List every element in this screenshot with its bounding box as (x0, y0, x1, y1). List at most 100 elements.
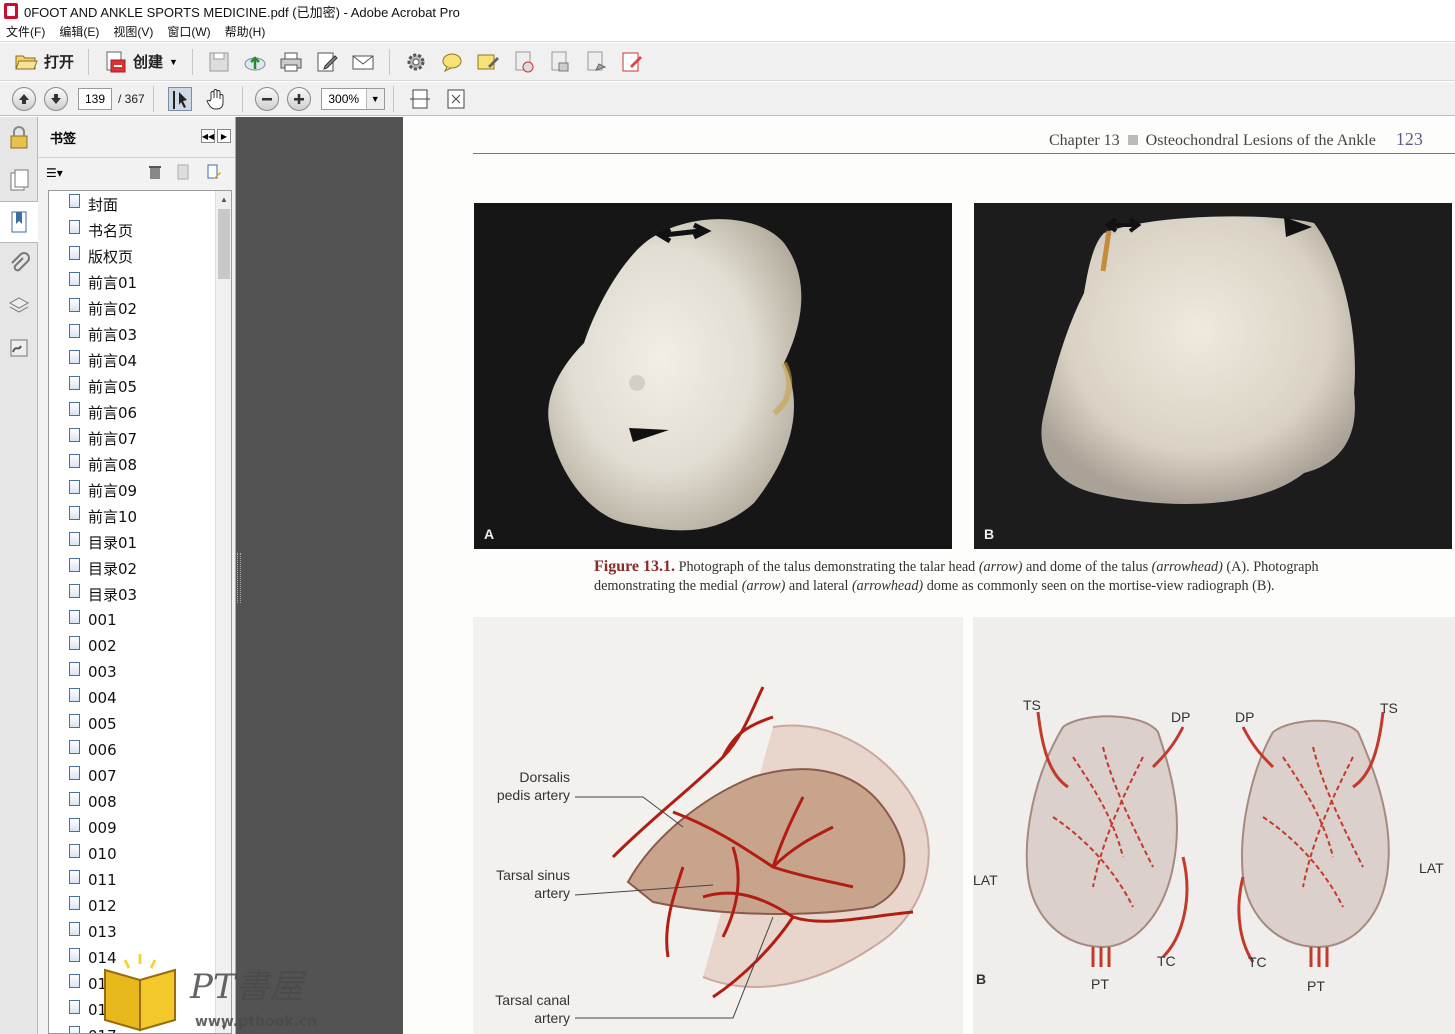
redact-icon[interactable] (512, 50, 536, 74)
bookmark-item[interactable]: 001 (49, 607, 231, 633)
select-tool-icon[interactable] (167, 86, 192, 111)
bookmark-label: 前言09 (88, 481, 138, 500)
bookmark-item[interactable]: 前言03 (49, 321, 231, 347)
bookmark-item[interactable]: 目录02 (49, 555, 231, 581)
panel-resize-grip[interactable] (237, 553, 241, 603)
bookmark-item[interactable]: 版权页 (49, 243, 231, 269)
create-button[interactable]: 创建 ▼ (97, 47, 184, 77)
open-button[interactable]: 打开 (8, 47, 80, 77)
bookmark-icon (69, 272, 80, 286)
bookmark-label: 目录03 (88, 585, 138, 604)
bookmarks-scrollbar[interactable]: ▲ ▼ (215, 191, 231, 1033)
bookmark-label: 005 (88, 715, 117, 733)
bookmark-item[interactable]: 008 (49, 789, 231, 815)
bookmark-label: 前言05 (88, 377, 138, 396)
cloud-upload-icon[interactable] (243, 50, 267, 74)
lock-icon[interactable] (0, 117, 38, 159)
bookmark-icon (69, 532, 80, 546)
menu-edit[interactable]: 编辑(E) (59, 23, 99, 40)
collapse-panel-button[interactable]: ◀◀ (201, 129, 215, 143)
zoom-out-button[interactable] (254, 86, 279, 111)
zoom-value: 300% (328, 91, 360, 106)
tarsal-canal-label: Tarsal canal artery (485, 991, 570, 1027)
comment-icon[interactable] (440, 50, 464, 74)
gear-icon[interactable] (404, 50, 428, 74)
fit-width-icon[interactable] (408, 87, 432, 111)
zoom-in-button[interactable] (286, 86, 311, 111)
bookmark-item[interactable]: 009 (49, 815, 231, 841)
attachment-icon[interactable] (0, 243, 38, 285)
edit-icon[interactable] (315, 50, 339, 74)
delete-icon[interactable] (148, 164, 162, 183)
bookmark-item[interactable]: 004 (49, 685, 231, 711)
bookmark-item[interactable]: 012 (49, 893, 231, 919)
bookmark-item[interactable]: 007 (49, 763, 231, 789)
previous-page-button[interactable] (12, 86, 36, 111)
bookmarks-icon[interactable] (0, 201, 38, 243)
bookmark-item[interactable]: 前言05 (49, 373, 231, 399)
bookmark-item[interactable]: 前言08 (49, 451, 231, 477)
bookmark-item[interactable]: 前言02 (49, 295, 231, 321)
talus-bone-image: B (984, 216, 1355, 542)
hand-tool-icon[interactable] (204, 87, 228, 111)
bookmark-item[interactable]: 前言01 (49, 269, 231, 295)
save-icon[interactable] (207, 50, 231, 74)
options-menu-icon[interactable]: ☰▾ (46, 166, 63, 180)
lat-label: LAT (973, 872, 998, 888)
fit-page-icon[interactable] (444, 87, 468, 111)
pages-icon[interactable] (0, 159, 38, 201)
bookmark-item[interactable]: 011 (49, 867, 231, 893)
bookmark-icon (69, 974, 80, 988)
bookmark-item[interactable]: 前言07 (49, 425, 231, 451)
signatures-icon[interactable] (0, 327, 38, 369)
bookmark-item[interactable]: 前言09 (49, 477, 231, 503)
create-label: 创建 (133, 54, 164, 71)
bookmark-icon (69, 818, 80, 832)
page-number-input[interactable]: 139 (78, 87, 112, 110)
bookmark-icon (69, 948, 80, 962)
bookmark-item[interactable]: 013 (49, 919, 231, 945)
email-icon[interactable] (351, 50, 375, 74)
bookmark-label: 封面 (88, 195, 119, 214)
bookmark-item[interactable]: 前言06 (49, 399, 231, 425)
bookmark-icon (69, 194, 80, 208)
bookmark-item[interactable]: 010 (49, 841, 231, 867)
bookmark-label: 008 (88, 793, 117, 811)
bookmark-item[interactable]: 书名页 (49, 217, 231, 243)
navigation-toolbar: 139 / 367 300% ▼ (0, 82, 1455, 116)
bookmark-item[interactable]: 005 (49, 711, 231, 737)
sign-icon[interactable] (620, 50, 644, 74)
bookmark-item[interactable]: 前言10 (49, 503, 231, 529)
menu-window[interactable]: 窗口(W) (167, 23, 210, 40)
next-page-button[interactable] (44, 86, 68, 111)
menu-view[interactable]: 视图(V) (113, 23, 153, 40)
arrow-up-icon (19, 93, 29, 104)
dorsalis-pedis-label: Dorsalis pedis artery (488, 768, 570, 804)
bookmark-item[interactable]: 目录03 (49, 581, 231, 607)
expand-panel-button[interactable]: ▶ (217, 129, 231, 143)
secure-icon[interactable] (548, 50, 572, 74)
bookmarks-header: 书签 ◀◀ ▶ (38, 117, 235, 157)
bookmark-item[interactable]: 002 (49, 633, 231, 659)
bookmark-item[interactable]: 003 (49, 659, 231, 685)
review-icon[interactable] (584, 50, 608, 74)
chevron-down-icon[interactable]: ▼ (365, 88, 384, 109)
bookmark-item[interactable]: 封面 (49, 191, 231, 217)
zoom-select[interactable]: 300% ▼ (320, 87, 385, 110)
bookmark-item[interactable]: 目录01 (49, 529, 231, 555)
bookmark-item[interactable]: 前言04 (49, 347, 231, 373)
bookmark-icon (69, 246, 80, 260)
bookmark-item[interactable]: 006 (49, 737, 231, 763)
new-bookmark-icon[interactable] (176, 164, 190, 183)
menu-help[interactable]: 帮助(H) (225, 23, 266, 40)
bookmark-icon (69, 454, 80, 468)
scrollbar-thumb[interactable] (218, 209, 230, 279)
bookmark-properties-icon[interactable] (206, 164, 222, 183)
menu-file[interactable]: 文件(F) (6, 23, 45, 40)
print-icon[interactable] (279, 50, 303, 74)
highlight-icon[interactable] (476, 50, 500, 74)
watermark-url: www.ptbook.cn (195, 1014, 317, 1030)
layers-icon[interactable] (0, 285, 38, 327)
scroll-up-icon[interactable]: ▲ (216, 191, 231, 207)
illustration-talus-views: TS DP DP TS LAT LAT TC TC PT PT B (973, 617, 1455, 1034)
